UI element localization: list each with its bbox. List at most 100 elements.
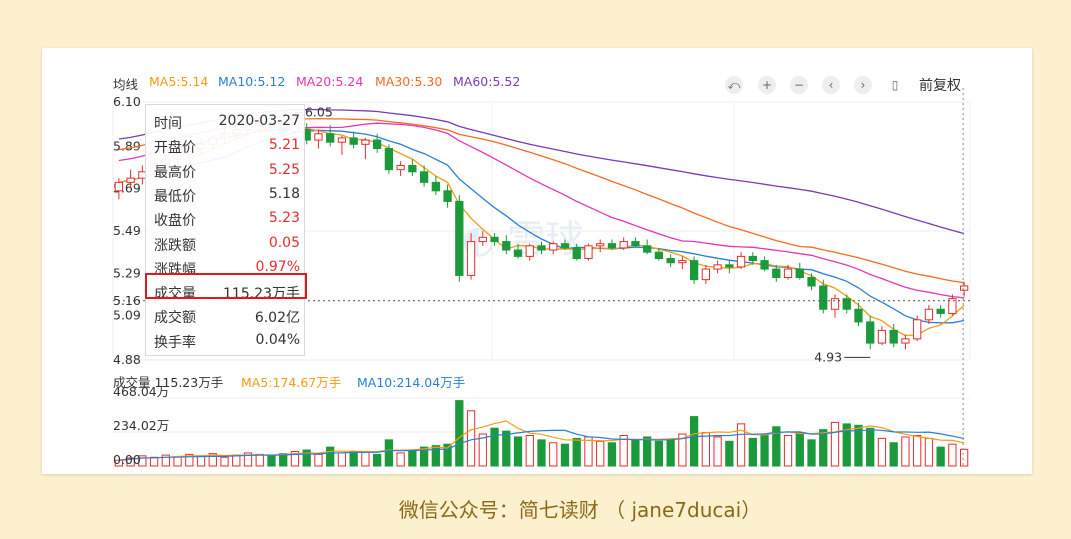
- tooltip-key: 换手率: [154, 334, 196, 351]
- volume-bar: [513, 436, 523, 467]
- tooltip-row: 最低价 5.18: [146, 184, 306, 208]
- candle-body: [713, 264, 722, 270]
- tooltip-row: 成交额 6.02亿: [146, 305, 306, 329]
- volume-bar: [349, 450, 358, 467]
- ma30-label: MA30:5.30: [375, 74, 443, 89]
- candle-body: [830, 298, 840, 310]
- kline-panel: ◐ 雪球 6.10 5.89 5.69 5.49 5.29 5.09 4.88 468.04万 2…: [42, 48, 1032, 474]
- prev-icon[interactable]: ‹: [822, 76, 840, 94]
- candle-body: [607, 243, 617, 249]
- tooltip-value: 0.04%: [255, 331, 300, 348]
- tooltip-value: 5.25: [268, 161, 300, 178]
- candle-body: [854, 308, 863, 323]
- candle-body: [549, 243, 558, 251]
- volume-bar: [267, 455, 276, 467]
- candle-body: [408, 164, 417, 173]
- volume-bar: [643, 436, 652, 467]
- candle-body: [126, 177, 135, 183]
- volume-bar: [232, 454, 241, 467]
- low-annotation-label: 4.93: [814, 349, 842, 364]
- tooltip-key: 最高价: [154, 164, 196, 181]
- candle-body: [760, 260, 769, 270]
- candle-body: [666, 257, 675, 264]
- candle-body: [913, 319, 922, 340]
- volume-header: 成交量 115.23万手: [113, 375, 224, 390]
- volume-bar: [948, 443, 957, 467]
- ma-header-title: 均线: [113, 77, 139, 92]
- candle-body: [455, 200, 464, 276]
- tooltip-value: 5.23: [268, 210, 300, 227]
- volume-bar: [361, 451, 370, 467]
- candle-body: [572, 247, 581, 259]
- reset-icon[interactable]: ⤺: [725, 76, 743, 94]
- volume-bar: [619, 434, 628, 467]
- volume-bar: [373, 453, 382, 467]
- candle-type-icon[interactable]: ▯: [886, 76, 904, 94]
- candle-body: [924, 308, 934, 321]
- next-icon[interactable]: ›: [854, 76, 872, 94]
- candle-body: [725, 264, 734, 268]
- tooltip-key: 涨跌额: [154, 237, 196, 254]
- volume-bar: [760, 433, 769, 467]
- tooltip-key: 成交额: [154, 310, 196, 327]
- candle-body: [596, 243, 605, 247]
- candle-body: [772, 268, 781, 279]
- price-tick-label: 5.09: [113, 308, 141, 323]
- candle-body: [349, 137, 358, 145]
- candle-body: [877, 329, 887, 344]
- candle-body: [373, 139, 382, 150]
- ma5-label: MA5:5.14: [149, 74, 209, 89]
- candle-body: [654, 251, 664, 259]
- volume-bar: [795, 432, 804, 467]
- tooltip-row: 开盘价 5.21: [146, 135, 306, 159]
- candle-body: [866, 321, 875, 344]
- candle-body: [478, 236, 487, 243]
- price-tick-label: 6.10: [113, 94, 141, 109]
- candle-body: [795, 268, 804, 279]
- zoom-out-icon[interactable]: −: [790, 76, 808, 94]
- candle-body: [396, 164, 405, 171]
- volume-bar: [466, 410, 476, 467]
- candle-body: [490, 236, 499, 243]
- volume-bar: [959, 448, 969, 467]
- price-tick-label: 5.89: [113, 138, 141, 153]
- tooltip-row: 最高价 5.25: [146, 160, 306, 184]
- tooltip-key: 最低价: [154, 188, 196, 205]
- tooltip-value: 6.02亿: [254, 310, 300, 327]
- volume-bar: [408, 449, 417, 467]
- volume-bar: [326, 446, 335, 467]
- tooltip-row: 换手率 0.04%: [146, 330, 306, 354]
- volume-bar: [502, 430, 511, 467]
- zoom-in-icon[interactable]: +: [758, 76, 776, 94]
- volume-bar: [819, 429, 828, 467]
- volume-bar: [302, 449, 311, 467]
- price-tick-label: 5.49: [113, 223, 141, 238]
- candle-body: [901, 338, 910, 344]
- volume-bar: [913, 434, 922, 467]
- volume-bar: [596, 440, 605, 467]
- candle-body: [689, 260, 699, 281]
- volume-bar: [866, 427, 875, 467]
- volume-bar: [889, 442, 898, 467]
- volume-bar: [654, 440, 664, 467]
- candle-body: [384, 148, 394, 171]
- volume-bar: [901, 436, 910, 467]
- adjust-mode-button[interactable]: 前复权: [919, 75, 961, 95]
- volume-bar: [607, 442, 617, 467]
- candle-body: [736, 255, 746, 268]
- volume-bar: [924, 437, 934, 467]
- volume-bar: [936, 446, 945, 467]
- volume-bar: [431, 445, 440, 467]
- data-tooltip: 时间 2020-03-27 开盘价 5.21 最高价 5.25 最低价 5.18 收盘价 5.23…: [145, 104, 307, 356]
- tooltip-value: 5.21: [268, 137, 300, 154]
- volume-bar: [220, 456, 229, 467]
- candle-body: [807, 277, 816, 287]
- candle-body: [326, 133, 335, 143]
- candle-body: [314, 133, 323, 141]
- footer-caption: 微信公众号：简七读财 （ jane7ducai）: [398, 498, 762, 522]
- volume-bar: [384, 439, 394, 467]
- candle-body: [537, 245, 546, 251]
- ma10-label: MA10:5.12: [218, 74, 286, 89]
- candle-body: [678, 260, 687, 264]
- candle-body: [443, 190, 452, 202]
